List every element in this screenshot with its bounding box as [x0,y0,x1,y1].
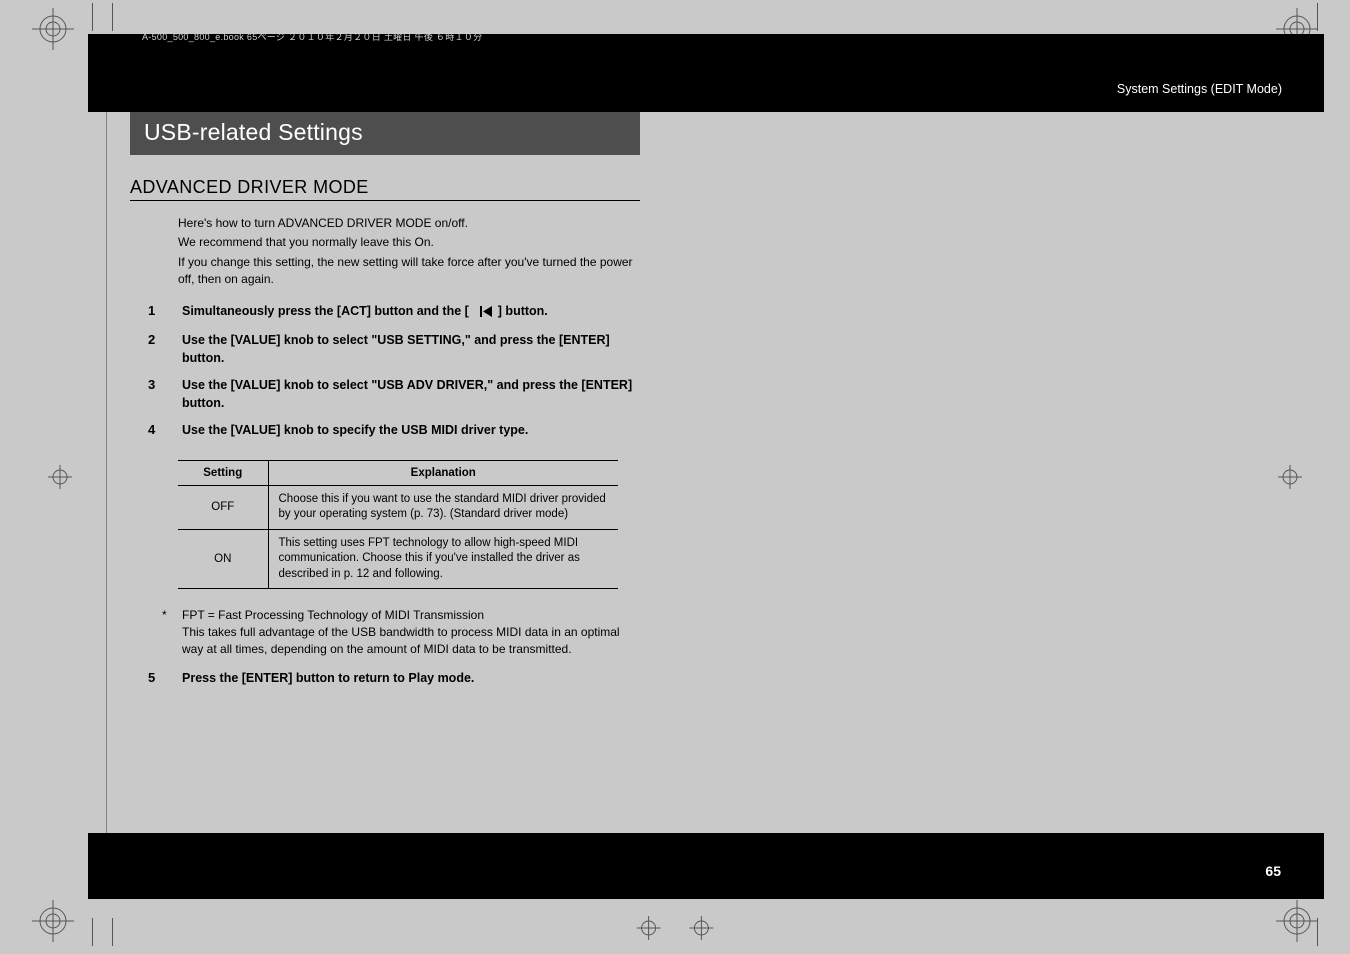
subheading: ADVANCED DRIVER MODE [130,177,640,200]
crop-mark [92,3,93,31]
table-cell-explanation: This setting uses FPT technology to allo… [268,529,618,589]
step-text-fragment: Simultaneously press the [ACT] button an… [182,304,469,318]
breadcrumb: System Settings (EDIT Mode) [1117,82,1282,96]
step-text: Press the [ENTER] button to return to Pl… [182,670,640,688]
crop-mark [1317,3,1318,31]
crop-mark [1317,918,1318,946]
step-text: Use the [VALUE] knob to select "USB ADV … [182,377,640,412]
crop-target-icon [48,465,72,489]
intro-line: If you change this setting, the new sett… [178,254,638,289]
prev-track-icon [474,305,492,323]
page-header-band [88,34,1324,112]
step-number: 2 [148,332,162,367]
step-text: Simultaneously press the [ACT] button an… [182,303,640,323]
step-number: 3 [148,377,162,412]
intro-line: Here's how to turn ADVANCED DRIVER MODE … [178,215,638,232]
crop-target-icon [637,916,661,940]
registration-mark-icon [32,900,74,942]
registration-mark-icon [1276,900,1318,942]
footnote-asterisk: * [162,607,172,657]
crop-mark [112,918,113,946]
table-cell-explanation: Choose this if you want to use the stand… [268,485,618,529]
table-header-row: Setting Explanation [178,460,618,485]
footnote-line: FPT = Fast Processing Technology of MIDI… [182,607,640,624]
table-cell-setting: ON [178,529,268,589]
footnote-line: This takes full advantage of the USB ban… [182,624,640,658]
page-left-rule [106,34,107,899]
table-header-setting: Setting [178,460,268,485]
step-text-fragment: ] button. [498,304,548,318]
step-number: 4 [148,422,162,440]
crop-mark [92,918,93,946]
step-item: 2 Use the [VALUE] knob to select "USB SE… [148,332,640,367]
table-row: ON This setting uses FPT technology to a… [178,529,618,589]
step-item: 5 Press the [ENTER] button to return to … [148,670,640,688]
page-number: 65 [1264,860,1282,882]
intro-line: We recommend that you normally leave thi… [178,234,638,251]
table-row: OFF Choose this if you want to use the s… [178,485,618,529]
step-text: Use the [VALUE] knob to select "USB SETT… [182,332,640,367]
step-text: Use the [VALUE] knob to specify the USB … [182,422,640,440]
step-item: 1 Simultaneously press the [ACT] button … [148,303,640,323]
print-meta-text: A-500_500_800_e.book 65ページ ２０１０年２月２０日 土曜… [142,30,562,43]
step-number: 1 [148,303,162,323]
footnote: * FPT = Fast Processing Technology of MI… [162,607,640,657]
step-item: 4 Use the [VALUE] knob to specify the US… [148,422,640,440]
footnote-body: FPT = Fast Processing Technology of MIDI… [182,607,640,657]
crop-target-icon [689,916,713,940]
table-header-explanation: Explanation [268,460,618,485]
step-item: 3 Use the [VALUE] knob to select "USB AD… [148,377,640,412]
section-title: USB-related Settings [130,112,640,155]
page-footer-band [88,833,1324,899]
settings-table: Setting Explanation OFF Choose this if y… [178,460,618,590]
subheading-rule [130,200,640,201]
crop-mark [112,3,113,31]
intro-paragraph: Here's how to turn ADVANCED DRIVER MODE … [178,215,638,289]
step-number: 5 [148,670,162,688]
table-cell-setting: OFF [178,485,268,529]
registration-mark-icon [32,8,74,50]
